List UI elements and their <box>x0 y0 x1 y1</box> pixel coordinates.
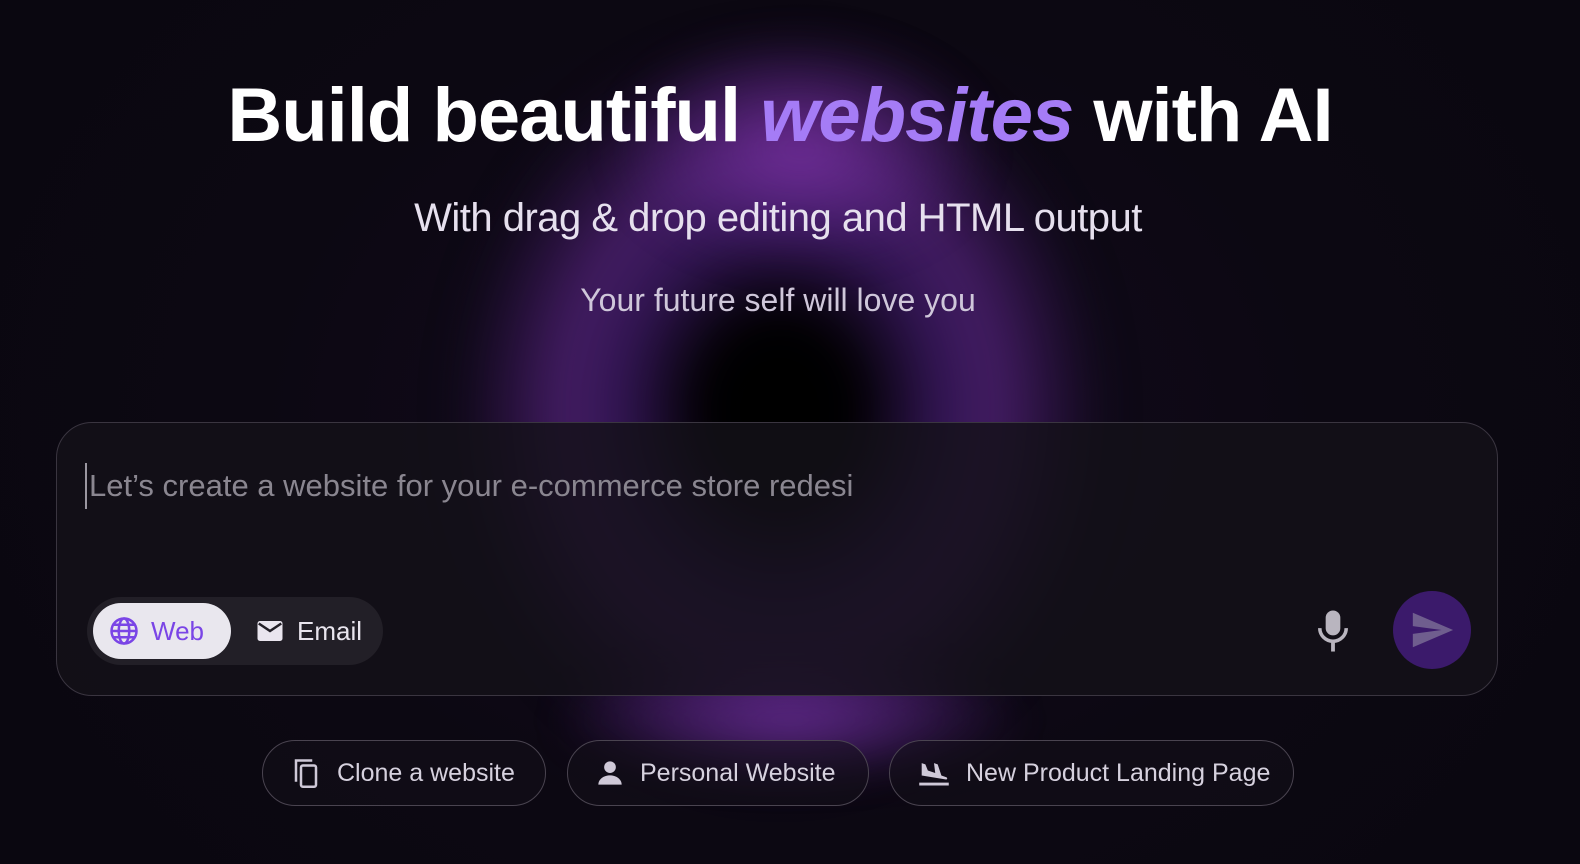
microphone-icon <box>1315 609 1351 653</box>
prompt-box: Web Email <box>56 422 1498 696</box>
suggestion-product-landing[interactable]: New Product Landing Page <box>889 740 1294 806</box>
mode-email-button[interactable]: Email <box>239 603 377 659</box>
hero-title-start: Build beautiful <box>227 73 761 158</box>
airplane-landing-icon <box>918 758 950 788</box>
copy-icon <box>291 756 321 790</box>
suggestion-clone-website[interactable]: Clone a website <box>262 740 546 806</box>
landing-page: Build beautiful websites with AI With dr… <box>0 0 1580 864</box>
mode-web-label: Web <box>151 615 204 646</box>
suggestion-personal-label: Personal Website <box>640 758 836 787</box>
send-button[interactable] <box>1393 591 1471 669</box>
hero-tagline: Your future self will love you <box>580 282 976 318</box>
suggestion-clone-label: Clone a website <box>337 758 515 787</box>
mode-web-button[interactable]: Web <box>93 603 231 659</box>
suggestion-landing-label: New Product Landing Page <box>966 758 1271 787</box>
person-icon <box>596 759 624 787</box>
mode-email-label: Email <box>297 615 363 646</box>
hero-title-accent: websites <box>760 73 1074 158</box>
microphone-button[interactable] <box>1303 601 1363 661</box>
hero-title-end: with AI <box>1073 73 1333 158</box>
globe-icon <box>109 616 139 646</box>
mode-toggle: Web Email <box>87 597 383 665</box>
mail-icon <box>255 616 285 646</box>
suggestion-personal-website[interactable]: Personal Website <box>567 740 869 806</box>
prompt-input[interactable] <box>85 463 1391 509</box>
send-icon <box>1409 607 1455 653</box>
hero-title: Build beautiful websites with AI <box>0 72 1560 159</box>
hero-subtitle: With drag & drop editing and HTML output <box>414 196 1142 240</box>
